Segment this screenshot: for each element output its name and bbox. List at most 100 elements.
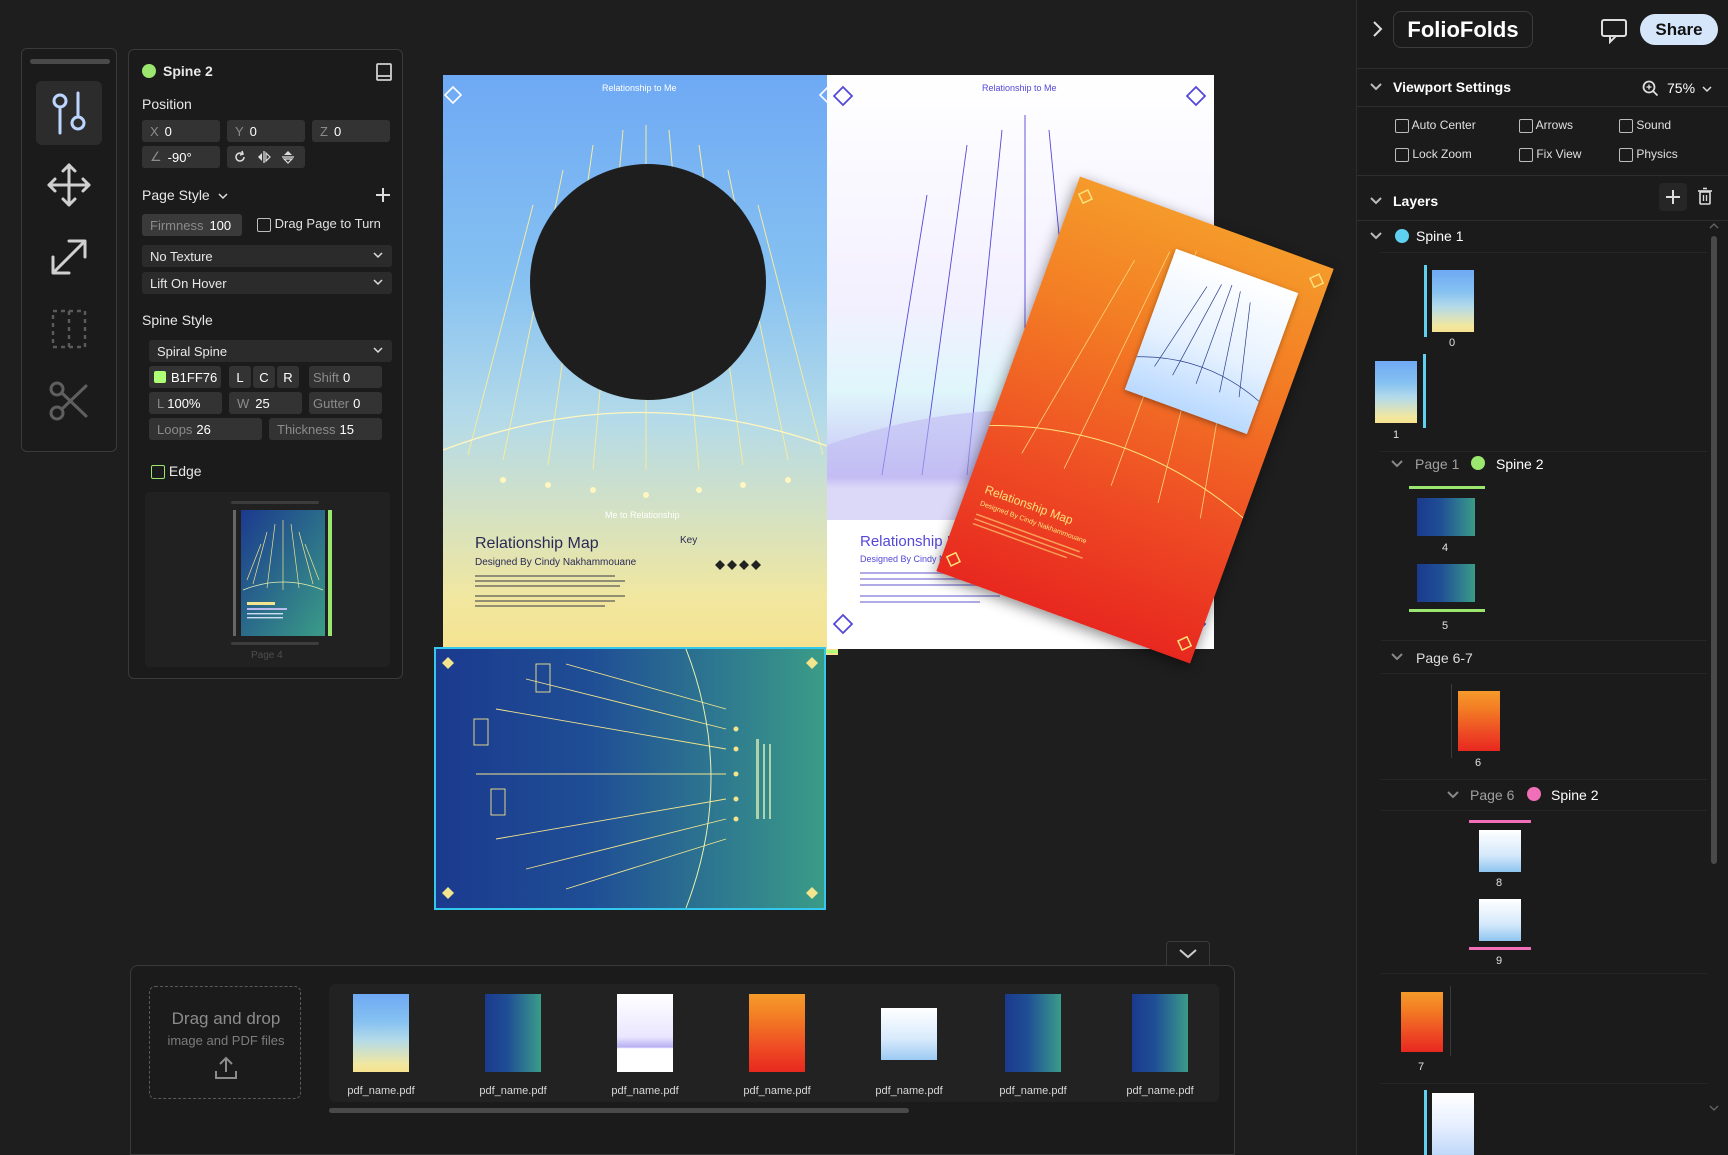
loops-field[interactable]: Loops 26 (149, 418, 262, 440)
file-thumb[interactable] (1132, 994, 1188, 1072)
length-field[interactable]: L 100% (149, 392, 222, 414)
chevron-down-icon[interactable] (1369, 196, 1383, 206)
gutter-field[interactable]: Gutter 0 (309, 392, 382, 414)
page-style-heading[interactable]: Page Style (142, 187, 228, 203)
tray-toggle-button[interactable] (1166, 941, 1210, 966)
crop-tool-button[interactable] (36, 297, 102, 361)
x-field[interactable]: X0 (142, 120, 220, 142)
spine1-label[interactable]: Spine 1 (1416, 228, 1463, 244)
rotate-icon[interactable] (233, 150, 247, 164)
checkbox[interactable] (151, 465, 165, 480)
adjust-tool-button[interactable] (36, 81, 102, 145)
scroll-up-icon[interactable] (1709, 222, 1719, 230)
object-color-dot (142, 64, 156, 78)
book-page-blue[interactable]: Relationship to Me Me to Relationship Re… (443, 75, 838, 655)
color-swatch[interactable] (154, 371, 166, 383)
checkbox[interactable] (1395, 147, 1409, 162)
shift-field[interactable]: Shift 0 (309, 366, 382, 388)
scroll-down-icon[interactable] (1709, 1104, 1719, 1112)
spine2b-label[interactable]: Spine 2 (1551, 787, 1598, 803)
tray-scrollbar[interactable] (329, 1108, 909, 1113)
arrows-option[interactable]: Arrows (1519, 118, 1573, 133)
auto-center-option[interactable]: Auto Center (1395, 118, 1476, 133)
checkbox[interactable] (1619, 118, 1633, 133)
checkbox[interactable] (1395, 118, 1409, 133)
chevron-down-icon[interactable] (1369, 231, 1383, 241)
layer-thumb-1[interactable] (1375, 361, 1417, 423)
layer-thumb-5[interactable] (1417, 564, 1475, 602)
comment-icon[interactable] (1600, 18, 1628, 44)
chevron-down-icon[interactable] (1369, 82, 1383, 92)
page-preview-thumbnail[interactable] (241, 510, 325, 636)
flip-vertical-icon[interactable] (281, 150, 295, 164)
layer-thumb-0[interactable] (1432, 270, 1474, 332)
scale-tool-button[interactable] (36, 225, 102, 289)
share-button[interactable]: Share (1640, 14, 1718, 45)
file-thumb[interactable] (881, 1008, 937, 1060)
book-page-teal[interactable] (434, 647, 826, 910)
physics-option[interactable]: Physics (1619, 147, 1678, 162)
angle-field[interactable]: ∠ -90° (142, 146, 220, 168)
checkbox[interactable] (257, 217, 271, 232)
flip-horizontal-icon[interactable] (257, 150, 271, 164)
book-icon[interactable] (375, 62, 393, 82)
layers-scrollbar[interactable] (1709, 222, 1719, 1111)
file-thumb[interactable] (485, 994, 541, 1072)
file-thumb[interactable] (617, 994, 673, 1072)
file-thumb[interactable] (749, 994, 805, 1072)
z-field[interactable]: Z0 (312, 120, 390, 142)
layer-thumb-4[interactable] (1417, 498, 1475, 536)
file-thumb[interactable] (1005, 994, 1061, 1072)
page6-label[interactable]: Page 6 (1470, 787, 1514, 803)
spine-color-field[interactable]: B1FF76 (149, 366, 221, 388)
page1-label[interactable]: Page 1 (1415, 456, 1459, 472)
thickness-field[interactable]: Thickness 15 (269, 418, 382, 440)
move-tool-button[interactable] (36, 153, 102, 217)
chevron-down-icon (218, 193, 228, 200)
add-layer-button[interactable] (1659, 183, 1687, 211)
layer-thumb-9[interactable] (1479, 899, 1521, 941)
checkbox[interactable] (1519, 118, 1533, 133)
chevron-down-icon[interactable] (1390, 459, 1404, 469)
add-icon[interactable] (375, 187, 391, 203)
file-name: pdf_name.pdf (347, 1085, 415, 1097)
layer-thumb-8[interactable] (1479, 830, 1521, 872)
toolbar-drag-handle[interactable] (30, 59, 110, 64)
align-right-button[interactable]: R (277, 366, 299, 388)
scrollbar-thumb[interactable] (1711, 236, 1717, 864)
zoom-select[interactable]: 75% (1667, 80, 1712, 96)
y-field[interactable]: Y0 (227, 120, 305, 142)
checkbox[interactable] (1619, 147, 1633, 162)
hover-select[interactable]: Lift On Hover (142, 272, 392, 294)
fix-view-option[interactable]: Fix View (1519, 147, 1581, 162)
collapse-panel-icon[interactable] (1371, 20, 1383, 38)
align-left-button[interactable]: L (229, 366, 251, 388)
drag-page-toggle[interactable]: Drag Page to Turn (257, 216, 381, 232)
chevron-down-icon[interactable] (1390, 652, 1404, 662)
file-thumb[interactable] (353, 994, 409, 1072)
spine-type-select[interactable]: Spiral Spine (149, 340, 392, 362)
align-center-button[interactable]: C (253, 366, 275, 388)
cut-tool-button[interactable] (36, 369, 102, 433)
checkbox[interactable] (1519, 147, 1533, 162)
trash-icon[interactable] (1697, 187, 1713, 205)
sound-option[interactable]: Sound (1619, 118, 1671, 133)
divider (1381, 451, 1707, 452)
lock-zoom-option[interactable]: Lock Zoom (1395, 147, 1472, 162)
preview-spine-right (328, 510, 332, 636)
divider (1381, 252, 1707, 253)
sliders-icon (52, 91, 86, 135)
plus-icon (1666, 190, 1680, 204)
layer-thumb-7[interactable] (1401, 992, 1443, 1052)
page67-label[interactable]: Page 6-7 (1416, 650, 1473, 666)
spine2-label[interactable]: Spine 2 (1496, 456, 1543, 472)
width-field[interactable]: W 25 (229, 392, 302, 414)
layer-thumb-last[interactable] (1432, 1093, 1474, 1155)
texture-select[interactable]: No Texture (142, 245, 392, 267)
file-thumbnails: pdf_name.pdf pdf_name.pdf pdf_name.pdf p… (329, 984, 1219, 1102)
firmness-field[interactable]: Firmness 100 (142, 214, 242, 236)
drop-zone[interactable]: Drag and drop image and PDF files (149, 986, 301, 1099)
chevron-down-icon[interactable] (1446, 790, 1460, 800)
layer-thumb-6[interactable] (1458, 691, 1500, 751)
edge-toggle[interactable]: Edge (151, 463, 202, 480)
